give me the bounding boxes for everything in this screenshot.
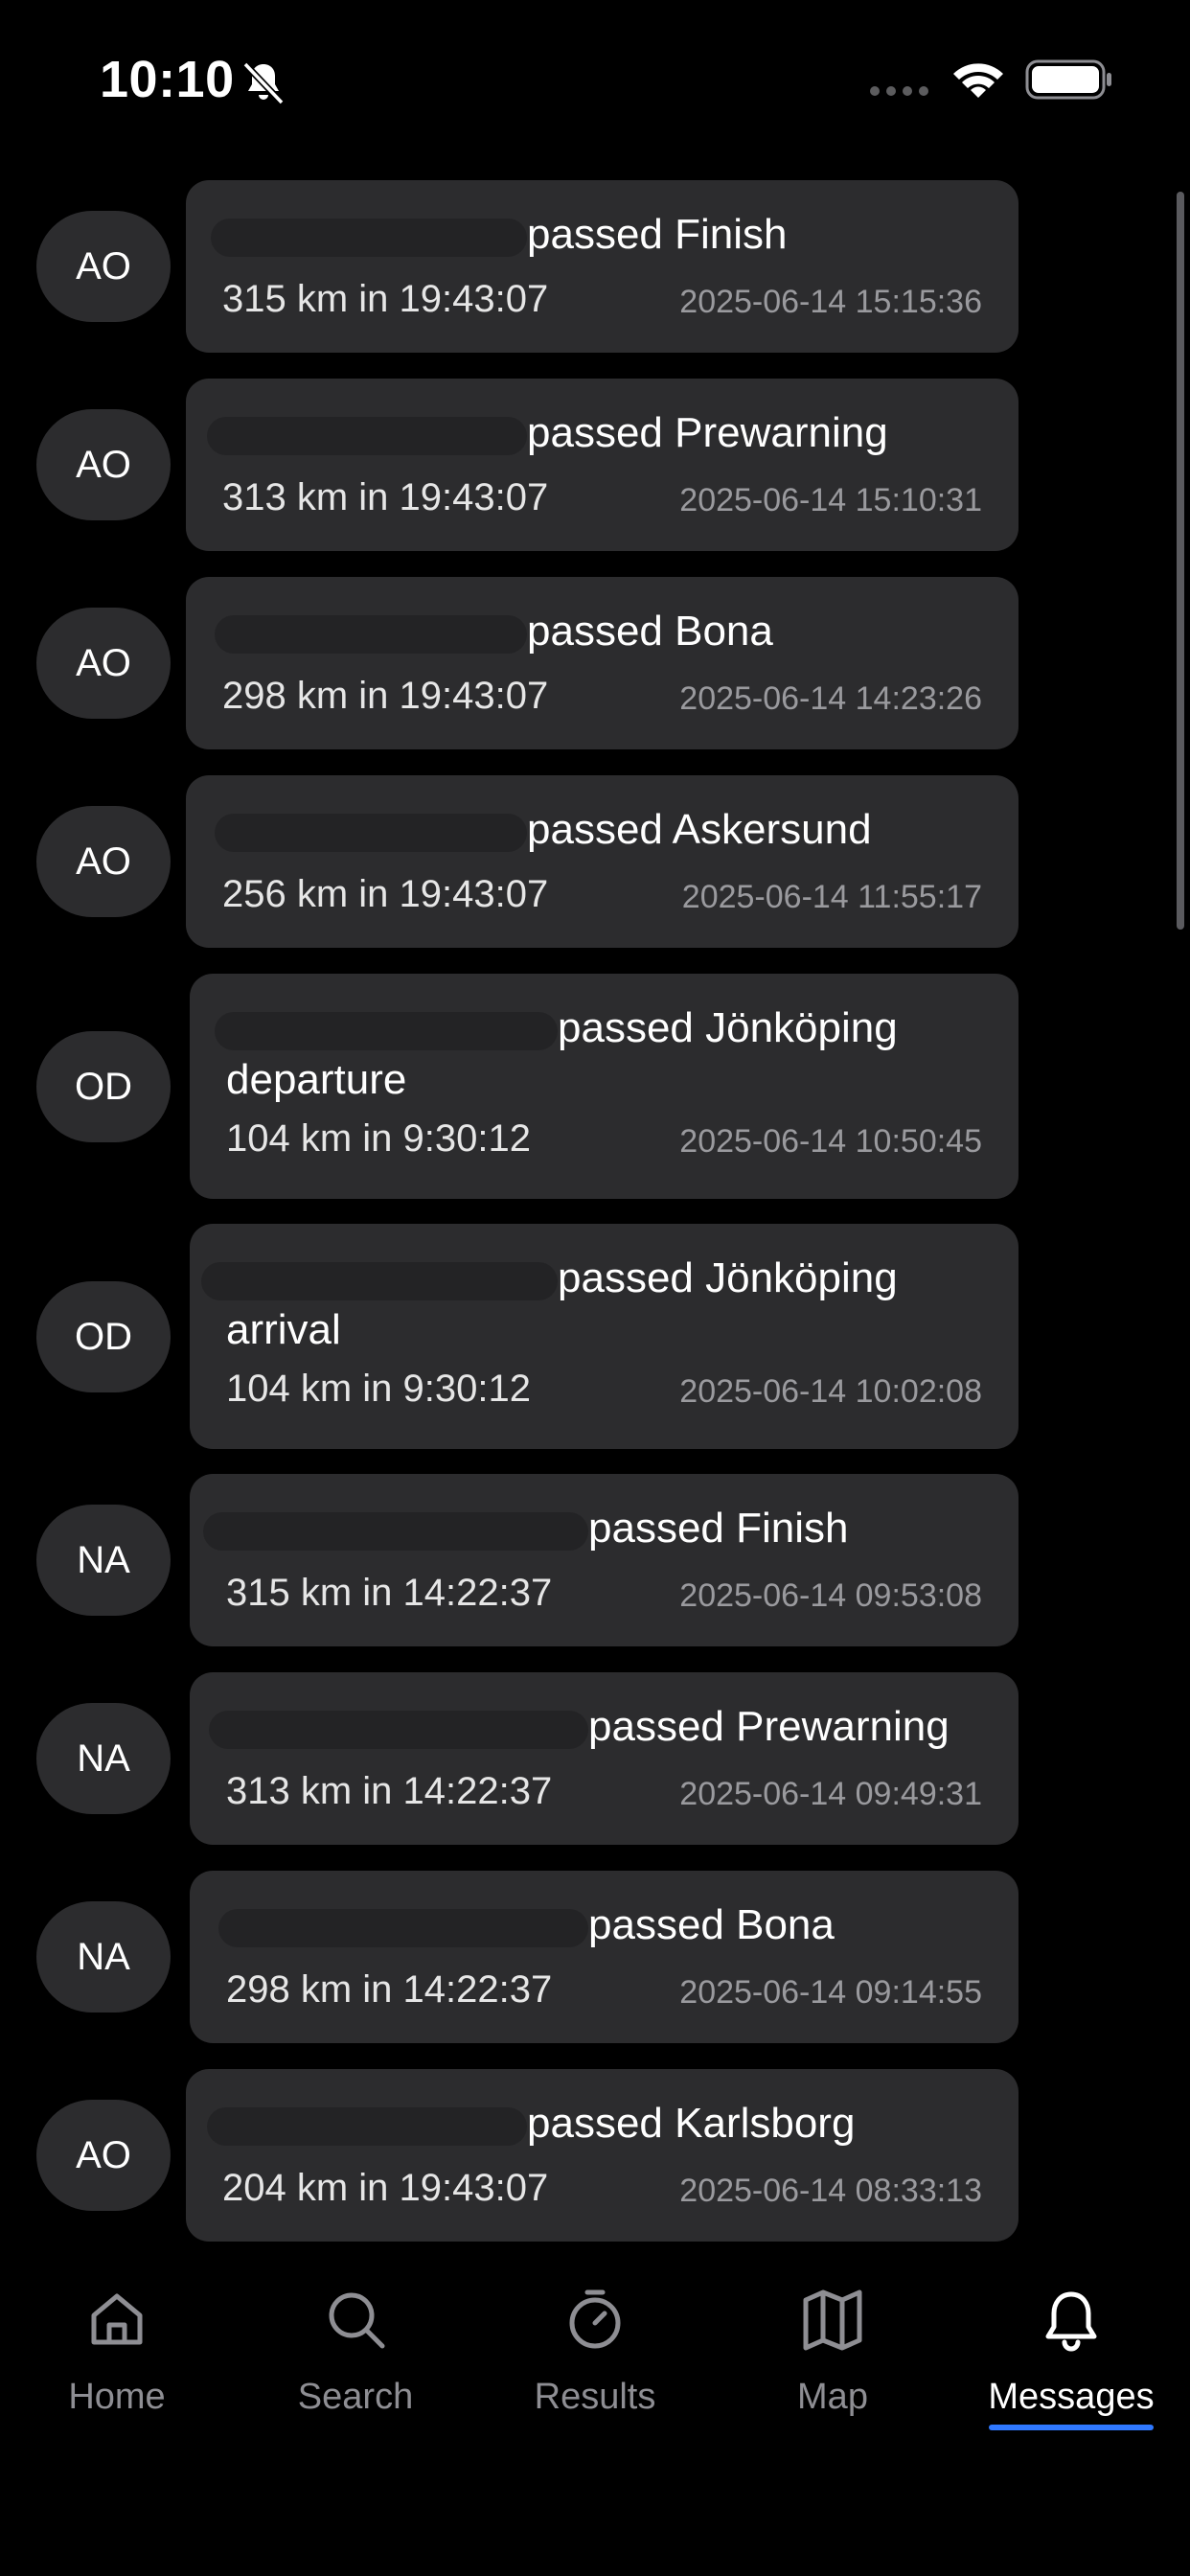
message-stats: 204 km in 19:43:07 (222, 2167, 549, 2209)
wifi-icon (953, 63, 1003, 98)
home-icon (91, 2293, 143, 2345)
tab-search[interactable]: Search (250, 2287, 461, 2450)
message-title-continuation: arrival (226, 1306, 341, 1353)
redacted-name (209, 1711, 588, 1749)
message-timestamp: 2025-06-14 08:33:13 (679, 2173, 982, 2209)
scrollbar[interactable] (1177, 192, 1184, 930)
message-stats: 315 km in 19:43:07 (222, 278, 549, 320)
tab-map[interactable]: Map (727, 2287, 938, 2450)
tab-label: Home (68, 2377, 166, 2417)
message-bubble[interactable]: passed Prewarning 313 km in 14:22:37 202… (190, 1672, 1018, 1845)
avatar: NA (36, 1901, 171, 2012)
message-title: passed Jönköping (558, 1254, 898, 1301)
message-title: passed Prewarning (588, 1703, 950, 1750)
redacted-name (203, 1512, 588, 1551)
status-bar: 10:10 (0, 0, 1190, 163)
message-stats: 298 km in 19:43:07 (222, 675, 549, 717)
redacted-name (211, 218, 527, 257)
redacted-name (215, 1012, 558, 1050)
bell-icon (1045, 2291, 1097, 2352)
message-timestamp: 2025-06-14 10:02:08 (679, 1373, 982, 1410)
redacted-name (218, 1909, 588, 1947)
message-stats: 104 km in 9:30:12 (226, 1368, 531, 1410)
message-title-continuation: departure (226, 1056, 407, 1103)
message-timestamp: 2025-06-14 10:50:45 (679, 1123, 982, 1160)
bell-off-icon (242, 61, 285, 105)
stopwatch-icon (569, 2289, 621, 2349)
message-title: passed Karlsborg (527, 2100, 856, 2147)
message-timestamp: 2025-06-14 09:14:55 (679, 1974, 982, 2011)
message-timestamp: 2025-06-14 09:53:08 (679, 1577, 982, 1614)
avatar: NA (36, 1505, 171, 1616)
message-item[interactable]: AO passed Finish 315 km in 19:43:07 2025… (0, 180, 1190, 353)
message-item[interactable]: NA passed Finish 315 km in 14:22:37 2025… (0, 1474, 1190, 1646)
active-tab-indicator (989, 2425, 1154, 2430)
message-timestamp: 2025-06-14 09:49:31 (679, 1776, 982, 1812)
message-item[interactable]: NA passed Bona 298 km in 14:22:37 2025-0… (0, 1871, 1190, 2043)
avatar: AO (36, 409, 171, 520)
message-item[interactable]: NA passed Prewarning 313 km in 14:22:37 … (0, 1672, 1190, 1845)
avatar: AO (36, 608, 171, 719)
message-stats: 104 km in 9:30:12 (226, 1117, 531, 1160)
avatar: OD (36, 1031, 171, 1142)
message-bubble[interactable]: passed Askersund 256 km in 19:43:07 2025… (186, 775, 1018, 948)
avatar: AO (36, 211, 171, 322)
tab-home[interactable]: Home (11, 2287, 222, 2450)
message-title: passed Bona (527, 608, 773, 655)
message-stats: 315 km in 14:22:37 (226, 1572, 553, 1614)
message-title: passed Jönköping (558, 1004, 898, 1051)
tab-label: Results (534, 2377, 656, 2417)
message-item[interactable]: AO passed Bona 298 km in 19:43:07 2025-0… (0, 577, 1190, 749)
status-time: 10:10 (100, 51, 235, 108)
message-bubble[interactable]: passed Prewarning 313 km in 19:43:07 202… (186, 379, 1018, 551)
message-bubble[interactable]: passed Finish 315 km in 19:43:07 2025-06… (186, 180, 1018, 353)
signal-dots-icon (870, 86, 928, 96)
redacted-name (207, 417, 527, 455)
tab-bar: Home Search Results Map Messages (0, 2248, 1190, 2576)
message-title: passed Askersund (527, 806, 872, 853)
tab-label: Map (797, 2377, 868, 2417)
message-stats: 298 km in 14:22:37 (226, 1968, 553, 2011)
avatar: NA (36, 1703, 171, 1814)
message-item[interactable]: AO passed Prewarning 313 km in 19:43:07 … (0, 379, 1190, 551)
message-title: passed Bona (588, 1901, 835, 1948)
message-stats: 313 km in 19:43:07 (222, 476, 549, 518)
tab-label: Messages (988, 2377, 1155, 2417)
map-icon (803, 2289, 862, 2351)
message-timestamp: 2025-06-14 11:55:17 (681, 879, 982, 915)
message-stats: 256 km in 19:43:07 (222, 873, 549, 915)
message-stats: 313 km in 14:22:37 (226, 1770, 553, 1812)
message-list[interactable]: AO passed Finish 315 km in 19:43:07 2025… (0, 178, 1190, 2248)
tab-results[interactable]: Results (490, 2287, 700, 2450)
search-icon (329, 2292, 385, 2349)
battery-icon (1025, 59, 1111, 100)
redacted-name (207, 2107, 527, 2146)
message-item[interactable]: OD passed Jönköping arrival 104 km in 9:… (0, 1224, 1190, 1449)
message-bubble[interactable]: passed Karlsborg 204 km in 19:43:07 2025… (186, 2069, 1018, 2242)
message-timestamp: 2025-06-14 14:23:26 (679, 680, 982, 717)
message-item[interactable]: AO passed Askersund 256 km in 19:43:07 2… (0, 775, 1190, 948)
redacted-name (201, 1262, 558, 1300)
message-title: passed Finish (588, 1505, 849, 1552)
message-bubble[interactable]: passed Jönköping departure 104 km in 9:3… (190, 974, 1018, 1199)
redacted-name (215, 615, 527, 654)
message-bubble[interactable]: passed Finish 315 km in 14:22:37 2025-06… (190, 1474, 1018, 1646)
tab-label: Search (297, 2377, 414, 2417)
message-timestamp: 2025-06-14 15:15:36 (679, 284, 982, 320)
message-bubble[interactable]: passed Bona 298 km in 14:22:37 2025-06-1… (190, 1871, 1018, 2043)
message-timestamp: 2025-06-14 15:10:31 (679, 482, 982, 518)
avatar: AO (36, 2100, 171, 2211)
avatar: OD (36, 1281, 171, 1392)
redacted-name (215, 814, 527, 852)
message-title: passed Finish (527, 211, 788, 258)
message-item[interactable]: AO passed Karlsborg 204 km in 19:43:07 2… (0, 2069, 1190, 2242)
message-title: passed Prewarning (527, 409, 888, 456)
message-bubble[interactable]: passed Jönköping arrival 104 km in 9:30:… (190, 1224, 1018, 1449)
message-bubble[interactable]: passed Bona 298 km in 19:43:07 2025-06-1… (186, 577, 1018, 749)
message-item[interactable]: OD passed Jönköping departure 104 km in … (0, 974, 1190, 1199)
avatar: AO (36, 806, 171, 917)
